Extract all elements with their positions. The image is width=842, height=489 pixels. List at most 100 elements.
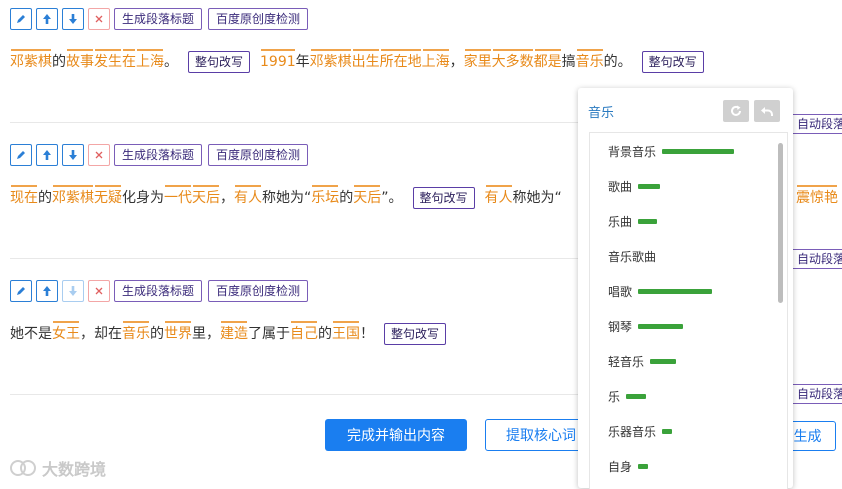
synonym-dropdown: 音乐 背景音乐 歌曲 乐曲 音乐歌曲 唱歌 钢琴 轻音乐乐乐器音乐 自身 bbox=[578, 88, 793, 489]
synonym-label: 音乐歌曲 bbox=[608, 249, 657, 264]
divider bbox=[10, 258, 580, 259]
synonym-item[interactable]: 乐器音乐 bbox=[608, 421, 673, 441]
relevance-bar bbox=[638, 183, 661, 189]
text-segment: 的 bbox=[150, 326, 164, 342]
move-up-button[interactable] bbox=[36, 144, 58, 166]
synonym-item[interactable]: 钢琴 bbox=[608, 316, 684, 336]
keyword[interactable]: 建造 bbox=[220, 321, 248, 344]
auto-segment-button[interactable]: 自动段落 bbox=[792, 249, 842, 269]
keyword[interactable]: 1991 bbox=[260, 49, 296, 72]
originality-check-button[interactable]: 百度原创度检测 bbox=[208, 280, 309, 302]
keyword[interactable]: 无疑 bbox=[94, 185, 122, 208]
edit-button[interactable] bbox=[10, 144, 32, 166]
keyword[interactable]: 王国 bbox=[332, 321, 360, 344]
keyword[interactable]: 女王 bbox=[52, 321, 80, 344]
refresh-button[interactable] bbox=[723, 100, 749, 122]
finish-output-button[interactable]: 完成并输出内容 bbox=[325, 419, 467, 451]
keyword[interactable]: 都是 bbox=[534, 49, 562, 72]
auto-segment-button[interactable]: 自动段落 bbox=[792, 114, 842, 134]
keyword[interactable]: 现在 bbox=[10, 185, 38, 208]
refresh-icon bbox=[731, 105, 741, 116]
synonym-item[interactable]: 乐 bbox=[608, 386, 647, 406]
text-segment: 化身为 bbox=[122, 190, 164, 206]
delete-button[interactable] bbox=[88, 8, 110, 30]
extract-keywords-button[interactable]: 提取核心词 bbox=[485, 419, 585, 451]
keyword[interactable]: 有人 bbox=[234, 185, 262, 208]
paragraph-text: 她不是 女王 ，却在 音乐的世界 里， 建造 了属于 自己的王国！整句改写 bbox=[10, 321, 456, 346]
keyword[interactable]: 所在地 bbox=[380, 49, 422, 72]
keyword[interactable]: 世界 bbox=[164, 321, 192, 344]
paragraph-toolbar: 生成段落标题 百度原创度检测 bbox=[10, 280, 314, 302]
delete-button[interactable] bbox=[88, 144, 110, 166]
synonym-item[interactable]: 轻音乐 bbox=[608, 351, 677, 371]
synonym-label: 唱歌 bbox=[608, 284, 633, 299]
paragraph-toolbar: 生成段落标题 百度原创度检测 bbox=[10, 144, 314, 166]
move-up-button[interactable] bbox=[36, 8, 58, 30]
keyword[interactable]: 邓紫棋 bbox=[10, 49, 52, 72]
text-segment: 她不是 bbox=[10, 326, 52, 342]
synonym-item[interactable]: 乐曲 bbox=[608, 211, 658, 231]
synonym-label: 背景音乐 bbox=[608, 144, 657, 159]
synonym-label: 轻音乐 bbox=[608, 354, 645, 369]
originality-check-button[interactable]: 百度原创度检测 bbox=[208, 8, 309, 30]
synonym-item[interactable]: 歌曲 bbox=[608, 176, 661, 196]
keyword[interactable]: 音乐 bbox=[122, 321, 150, 344]
text-segment: 的 bbox=[38, 190, 52, 206]
originality-check-button[interactable]: 百度原创度检测 bbox=[208, 144, 309, 166]
close-icon bbox=[95, 287, 103, 295]
close-icon bbox=[95, 15, 103, 23]
relevance-bar bbox=[626, 393, 647, 399]
move-down-button[interactable] bbox=[62, 8, 84, 30]
scrollbar[interactable] bbox=[778, 143, 783, 303]
edit-button[interactable] bbox=[10, 280, 32, 302]
keyword[interactable]: 天后 bbox=[353, 185, 381, 208]
edit-button[interactable] bbox=[10, 8, 32, 30]
synonym-item[interactable]: 背景音乐 bbox=[608, 141, 735, 161]
rewrite-button[interactable]: 整句改写 bbox=[412, 187, 475, 209]
move-down-button[interactable] bbox=[62, 144, 84, 166]
paragraph-block-2: 生成段落标题 百度原创度检测 现在的邓紫棋 无疑 化身为 一代 天后，有人 称她为“ 乐坛的… bbox=[10, 144, 562, 209]
keyword[interactable]: 自己 bbox=[290, 321, 318, 344]
text-segment: ”。 bbox=[381, 190, 403, 206]
synonym-item[interactable]: 音乐歌曲 bbox=[608, 246, 656, 266]
move-down-button[interactable] bbox=[62, 280, 84, 302]
rewrite-button[interactable]: 整句改写 bbox=[188, 51, 251, 73]
keyword[interactable]: 上海 bbox=[136, 49, 164, 72]
keyword[interactable]: 有人 bbox=[485, 185, 513, 208]
keyword[interactable]: 上海 bbox=[422, 49, 450, 72]
synonym-label: 歌曲 bbox=[608, 179, 633, 194]
keyword[interactable]: 天后 bbox=[192, 185, 220, 208]
synonym-label: 钢琴 bbox=[608, 319, 633, 334]
rewrite-button[interactable]: 整句改写 bbox=[384, 323, 447, 345]
keyword[interactable]: 发生 bbox=[94, 49, 122, 72]
text-segment: ， bbox=[220, 190, 234, 206]
text-segment: 里， bbox=[192, 326, 220, 342]
keyword[interactable]: 家里 bbox=[464, 49, 492, 72]
synonym-item[interactable]: 唱歌 bbox=[608, 281, 713, 301]
keyword[interactable]: 在 bbox=[122, 49, 136, 72]
undo-button[interactable] bbox=[754, 100, 780, 122]
keyword[interactable]: 出生 bbox=[352, 49, 380, 72]
keyword[interactable]: 大多数 bbox=[492, 49, 534, 72]
keyword[interactable]: 邓紫棋 bbox=[52, 185, 94, 208]
relevance-bar bbox=[662, 428, 673, 434]
auto-segment-button[interactable]: 自动段落 bbox=[792, 384, 842, 404]
relevance-bar bbox=[638, 218, 658, 224]
generate-title-button[interactable]: 生成段落标题 bbox=[114, 144, 203, 166]
arrow-down-icon bbox=[69, 286, 77, 296]
synonym-list[interactable]: 背景音乐歌曲乐曲音乐歌曲唱歌钢琴轻音乐乐乐器音乐自身 bbox=[589, 132, 788, 489]
watermark-text: 大数跨境 bbox=[42, 460, 107, 479]
keyword[interactable]: 邓紫棋 bbox=[310, 49, 352, 72]
text-segment: 称她为“ bbox=[262, 190, 312, 206]
move-up-button[interactable] bbox=[36, 280, 58, 302]
generate-title-button[interactable]: 生成段落标题 bbox=[114, 8, 203, 30]
generate-title-button[interactable]: 生成段落标题 bbox=[114, 280, 203, 302]
keyword[interactable]: 震惊艳 bbox=[796, 185, 838, 208]
synonym-item[interactable]: 自身 bbox=[608, 456, 649, 476]
keyword[interactable]: 一代 bbox=[164, 185, 192, 208]
keyword[interactable]: 故事 bbox=[66, 49, 94, 72]
delete-button[interactable] bbox=[88, 280, 110, 302]
rewrite-button[interactable]: 整句改写 bbox=[641, 51, 704, 73]
keyword[interactable]: 音乐 bbox=[576, 49, 604, 72]
keyword[interactable]: 乐坛 bbox=[311, 185, 339, 208]
